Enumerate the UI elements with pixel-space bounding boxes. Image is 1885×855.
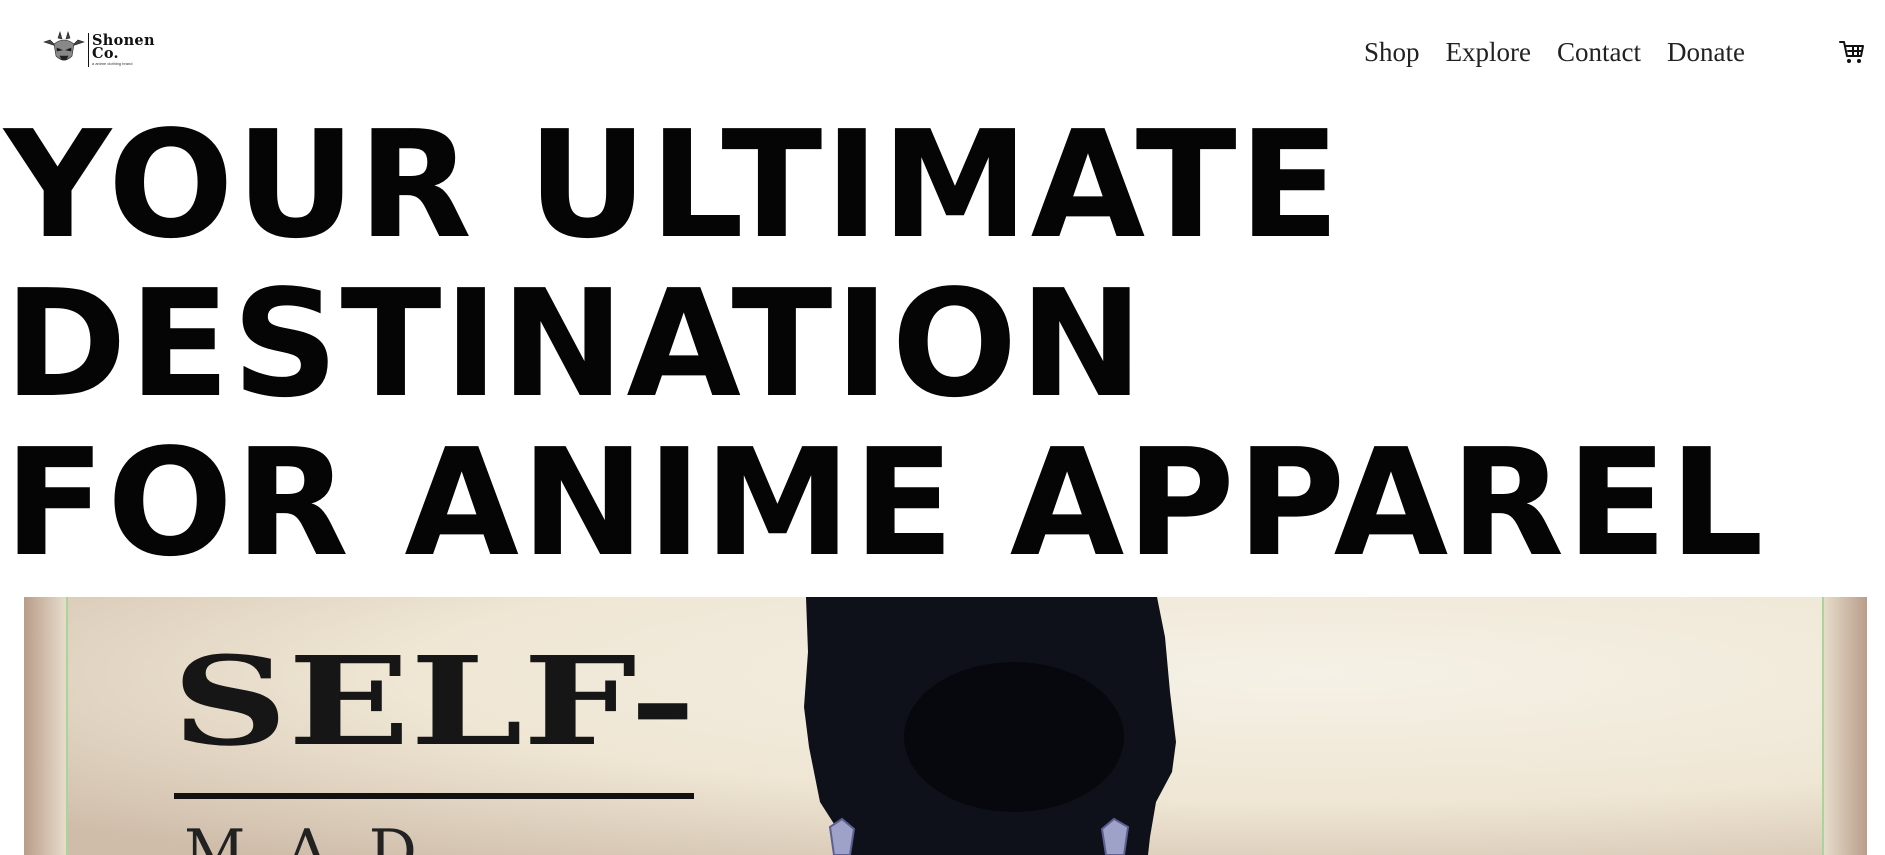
- hero-banner-artwork: SELF- MAD: [24, 597, 1867, 855]
- banner-self-text: SELF-: [172, 629, 696, 773]
- brand-name-line2: Co.: [92, 45, 119, 62]
- brand-wordmark: Shonen Co. a anime clothing brand: [92, 33, 155, 66]
- shopping-cart-icon[interactable]: [1838, 38, 1866, 66]
- brand-logo[interactable]: Shonen Co. a anime clothing brand: [42, 30, 155, 70]
- hero-banner-image[interactable]: SELF- MAD: [24, 597, 1867, 855]
- site-header: Shonen Co. a anime clothing brand Shop E…: [0, 0, 1885, 104]
- logo-divider: [88, 33, 89, 67]
- main-nav: Shop Explore Contact Donate: [1364, 34, 1745, 70]
- hero-title-line-2: DESTINATION: [4, 258, 1146, 430]
- nav-contact[interactable]: Contact: [1557, 34, 1641, 70]
- nav-shop[interactable]: Shop: [1364, 34, 1420, 70]
- hero-title: YOUR ULTIMATE DESTINATION FOR ANIME APPA…: [4, 106, 1766, 583]
- nav-explore[interactable]: Explore: [1446, 34, 1531, 70]
- brand-tagline: a anime clothing brand: [92, 61, 133, 66]
- demon-mask-logo-icon: [43, 30, 85, 61]
- hero-title-line-3: FOR ANIME APPAREL: [4, 417, 1766, 589]
- nav-donate[interactable]: Donate: [1667, 34, 1745, 70]
- hero-title-line-1: YOUR ULTIMATE: [4, 99, 1342, 271]
- banner-made-partial-text: MAD: [184, 817, 457, 855]
